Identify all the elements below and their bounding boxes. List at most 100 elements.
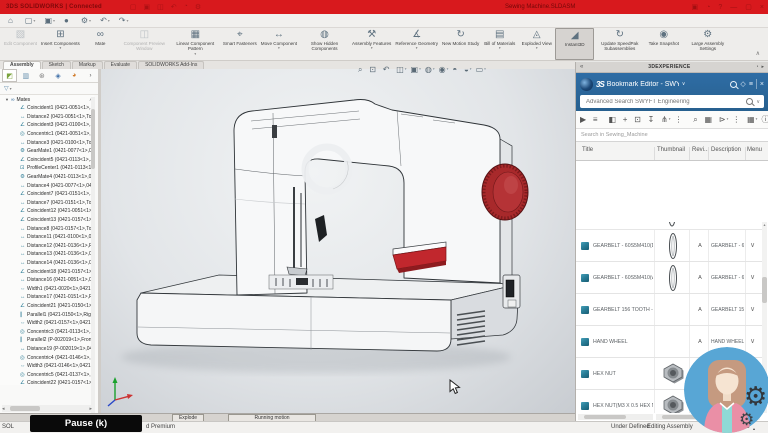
tag-icon[interactable]: ◇	[740, 80, 745, 88]
table-horizontal-scrollbar-left[interactable]	[578, 414, 653, 420]
save-icon[interactable]: ▣	[144, 3, 151, 11]
mate-item[interactable]: ↔ Distance14 (0421-0136<1>,0..	[0, 259, 94, 268]
view-tool-button[interactable]: ◍ ▾	[425, 65, 435, 74]
ribbon-button[interactable]: ∞ Mate ▾	[82, 28, 119, 60]
close-icon[interactable]: ×	[760, 4, 764, 11]
column-thumbnail[interactable]: Thumbnail	[657, 147, 685, 153]
tree-horizontal-scrollbar[interactable]: ◂ ▸	[2, 405, 92, 412]
mate-item[interactable]: ∠ Coincident3 (0421-0100<1>,..	[0, 121, 94, 130]
mate-item[interactable]: ↔ Distance3 (0421-0100<1>,To..	[0, 138, 94, 147]
command-tab-solidworks-add-ins[interactable]: SOLIDWORKS Add-Ins	[138, 61, 205, 69]
row-menu-chevron-icon[interactable]: ∨	[750, 305, 755, 313]
ribbon-button[interactable]: ↻ New Motion Study ▾	[440, 28, 481, 60]
quick-access-button[interactable]: ▢ ▾	[25, 16, 36, 25]
minimize-icon[interactable]: —	[730, 4, 737, 11]
toolbar-button[interactable]: ◧▾	[608, 115, 618, 124]
dock-pin-icon[interactable]: ▸	[761, 64, 764, 70]
row-menu-chevron-icon[interactable]: ∨	[750, 241, 755, 249]
mate-item[interactable]: ⇔ Width1 (0421-0020<1>,0421..	[0, 284, 94, 293]
toolbar-button[interactable]: ⊡▾	[634, 115, 643, 124]
ribbon-button[interactable]: ▦ Linear Component Pattern ▾	[170, 28, 221, 60]
view-tool-button[interactable]: ◒ ▾	[464, 65, 472, 74]
mate-item[interactable]: ↔ Distance2 (0421-0051<1>,To..	[0, 113, 94, 122]
search-icon[interactable]	[730, 80, 738, 88]
scroll-left-icon[interactable]: ◂	[2, 406, 5, 412]
toolbar-button[interactable]: ⌕▾	[693, 115, 700, 124]
mate-item[interactable]: ⇔ Width3 (0421-0146<1>,0421..	[0, 362, 94, 371]
mate-item[interactable]: ↔ Distance7 (0421-0151<1>,To..	[0, 199, 94, 208]
user-icon[interactable]: ▣	[692, 3, 699, 11]
toolbar-button[interactable]: ↧▾	[648, 115, 657, 124]
view-tool-button[interactable]: ◓▾	[452, 65, 460, 74]
quick-access-button[interactable]: ↷ ▾	[119, 16, 129, 25]
command-tab-sketch[interactable]: Sketch	[41, 61, 71, 69]
settings-icon[interactable]: ⚙	[195, 3, 201, 11]
maximize-icon[interactable]: ▢	[745, 3, 752, 11]
ribbon-button[interactable]: ◢ Instant3D ▾	[555, 28, 595, 60]
ribbon-button[interactable]: ⚙ Large Assembly Settings ▾	[682, 28, 733, 60]
mate-item[interactable]: ◎ Concentric4 (0421-0146<1>,..	[0, 353, 94, 362]
more-tabs-icon[interactable]: ›	[83, 69, 98, 82]
ribbon-button[interactable]: ◫ Component Preview Window ▾	[119, 28, 170, 60]
row-menu-chevron-icon[interactable]: ∨	[750, 273, 755, 281]
property-manager-icon[interactable]: ▥	[18, 69, 33, 82]
mate-item[interactable]: ∠ Coincident12 (0421-0051<1>..	[0, 207, 94, 216]
expand-caret-icon[interactable]: ▼	[5, 97, 9, 102]
mate-item[interactable]: ∠ Coincident7 (0421-0151<1>,..	[0, 190, 94, 199]
close-icon[interactable]: ×	[760, 81, 764, 88]
tree-filter[interactable]: ▽ ▾	[0, 83, 98, 95]
quick-access-button[interactable]: ↶ ▾	[100, 16, 110, 25]
ribbon-button[interactable]: ⚒ Assembly Features ▾	[350, 28, 393, 60]
view-tool-button[interactable]: ▣ ▾	[411, 65, 421, 74]
ribbon-button[interactable]: ▧ Edit Component ▾	[2, 28, 39, 60]
graphics-viewport[interactable]	[101, 69, 575, 413]
feature-tree-icon[interactable]: ◩	[2, 69, 18, 82]
tab-explode[interactable]: Explode	[172, 414, 204, 421]
advanced-search-bar[interactable]: ∨	[580, 95, 764, 108]
quick-access-button[interactable]: ⌂▾	[8, 16, 16, 25]
mate-item[interactable]: ∠ Coincident1 (0421-0051<1>,..	[0, 104, 94, 113]
mate-item[interactable]: ⚙ GearMate4 (0421-0113<1>,0..	[0, 173, 94, 182]
mate-item[interactable]: ↔ Distance17 (0421-0151<1>,Fr..	[0, 293, 94, 302]
toolbar-button[interactable]: ⊳ ▾	[719, 115, 728, 124]
view-tool-button[interactable]: ◫ ▾	[396, 65, 406, 74]
tab-running-motion[interactable]: Running motion	[228, 414, 316, 421]
tree-vertical-scrollbar[interactable]	[91, 97, 95, 427]
help-icon[interactable]: ?	[718, 4, 722, 11]
column-menu[interactable]: Menu	[747, 147, 762, 153]
tree-root-mates[interactable]: ▼ ∞ Mates ∧	[0, 95, 94, 104]
mate-item[interactable]: ⊡ ProfileCenter1 (0421-0113<1..	[0, 164, 94, 173]
menu-icon[interactable]: ≡	[749, 81, 753, 88]
ribbon-collapse-icon[interactable]: ∧	[756, 50, 760, 57]
ribbon-button[interactable]: ∡ Reference Geometry ▾	[393, 28, 440, 60]
mate-item[interactable]: ↔ Distance13 (0421-0136<1>,0..	[0, 250, 94, 259]
column-description[interactable]: Description	[711, 147, 741, 153]
view-tool-button[interactable]: ◉ ▾	[439, 65, 449, 74]
print-icon[interactable]: ◫	[157, 3, 164, 11]
mate-item[interactable]: ∠ Coincident5 (0421-0113<1>,..	[0, 156, 94, 165]
command-tab-assembly[interactable]: Assembly	[3, 61, 41, 69]
mate-item[interactable]: ∥ Parallel1 (0421-0150<1>,Rig..	[0, 310, 94, 319]
column-title[interactable]: Title	[582, 147, 593, 153]
row-menu-chevron-icon[interactable]: ∨	[750, 337, 755, 345]
undo-icon[interactable]: ↶	[171, 3, 177, 11]
refresh-icon[interactable]: ◔	[755, 64, 758, 70]
mate-item[interactable]: ◎ Concentric5 (0421-0137<1>,..	[0, 370, 94, 379]
mate-item[interactable]: ↔ Distance12 (0421-0136<1>,Fr..	[0, 242, 94, 251]
column-revision[interactable]: Revi...	[692, 147, 709, 153]
table-row[interactable]: GEARBELT 156 TOOTH - B A GEARBELT 156 ∨	[576, 294, 762, 326]
view-tool-button[interactable]: ⌕▾	[358, 65, 365, 74]
quick-access-button[interactable]: ⚙ ▾	[81, 16, 91, 25]
quick-access-button[interactable]: ▣ ▾	[44, 16, 55, 25]
table-row[interactable]: GEARBELT - 60S5M410(De A GEARBELT - 60 ∨	[576, 230, 762, 262]
share-icon[interactable]: ◔	[184, 3, 188, 11]
toolbar-button[interactable]: ▶▾	[580, 115, 589, 124]
chevron-down-icon[interactable]: ∨	[756, 99, 760, 105]
mate-item[interactable]: ◎ Concentric1 (0421-0051<1>,..	[0, 130, 94, 139]
sewing-machine-model[interactable]	[101, 69, 575, 413]
ribbon-button[interactable]: ↔ Move Component ▾	[259, 28, 299, 60]
toolbar-button[interactable]: ≡▾	[593, 115, 600, 124]
search-in-bookmark[interactable]: Search in Sewing_Machine	[576, 129, 768, 142]
search-icon[interactable]	[746, 98, 754, 105]
mate-item[interactable]: ⚙ GearMate1 (0421-0077<1>,0..	[0, 147, 94, 156]
